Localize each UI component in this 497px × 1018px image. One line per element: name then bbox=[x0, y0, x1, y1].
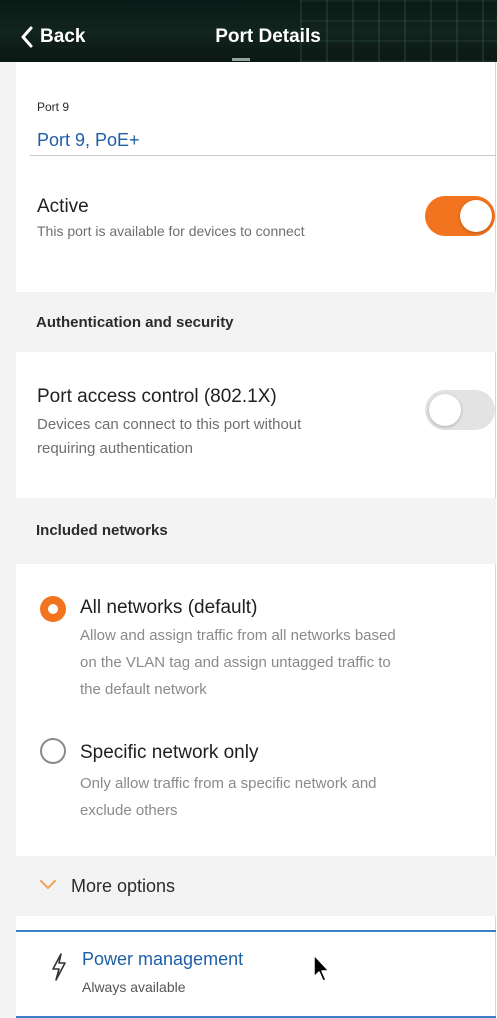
power-management-title: Power management bbox=[82, 949, 244, 969]
section-title: Included networks bbox=[36, 522, 168, 539]
toggle-knob bbox=[429, 394, 461, 426]
mouse-pointer-icon bbox=[313, 954, 330, 982]
power-management-subtitle: Always available bbox=[82, 979, 186, 995]
all-networks-desc-line2: on the VLAN tag and assign untagged traf… bbox=[80, 654, 391, 671]
port-access-description-line1: Devices can connect to this port without bbox=[37, 416, 302, 433]
more-options-label: More options bbox=[71, 876, 176, 896]
section-header-authentication: Authentication and security bbox=[16, 292, 496, 352]
specific-network-desc-line1: Only allow traffic from a specific netwo… bbox=[80, 775, 377, 792]
header-bar: Back Port Details bbox=[0, 0, 497, 62]
port-field-label: Port 9 bbox=[37, 100, 70, 114]
port-field-underline bbox=[30, 155, 496, 156]
header-indicator bbox=[232, 58, 250, 61]
section-title: Authentication and security bbox=[36, 314, 234, 331]
chevron-down-icon bbox=[40, 880, 56, 890]
all-networks-title[interactable]: All networks (default) bbox=[80, 597, 257, 619]
power-management-item[interactable]: Power management Always available bbox=[16, 932, 496, 1018]
specific-network-desc-line2: exclude others bbox=[80, 802, 178, 819]
port-access-title: Port access control (802.1X) bbox=[37, 386, 277, 407]
port-access-toggle[interactable] bbox=[425, 390, 495, 430]
port-name-input[interactable]: Port 9, PoE+ bbox=[37, 130, 140, 151]
left-edge bbox=[0, 0, 16, 1018]
radio-specific-network[interactable] bbox=[40, 738, 66, 764]
all-networks-desc-line1: Allow and assign traffic from all networ… bbox=[80, 627, 396, 644]
port-access-description-line2: requiring authentication bbox=[37, 440, 193, 457]
section-header-networks: Included networks bbox=[16, 498, 496, 564]
all-networks-desc-line3: the default network bbox=[80, 681, 207, 698]
toggle-knob bbox=[460, 200, 492, 232]
page-title: Port Details bbox=[215, 26, 321, 47]
more-options-button[interactable]: More options bbox=[16, 856, 496, 916]
lightning-bolt-icon bbox=[52, 953, 66, 981]
active-title: Active bbox=[37, 196, 89, 217]
active-description: This port is available for devices to co… bbox=[37, 223, 305, 239]
radio-all-networks[interactable] bbox=[40, 596, 66, 622]
active-toggle[interactable] bbox=[425, 196, 495, 236]
specific-network-title[interactable]: Specific network only bbox=[80, 742, 258, 764]
